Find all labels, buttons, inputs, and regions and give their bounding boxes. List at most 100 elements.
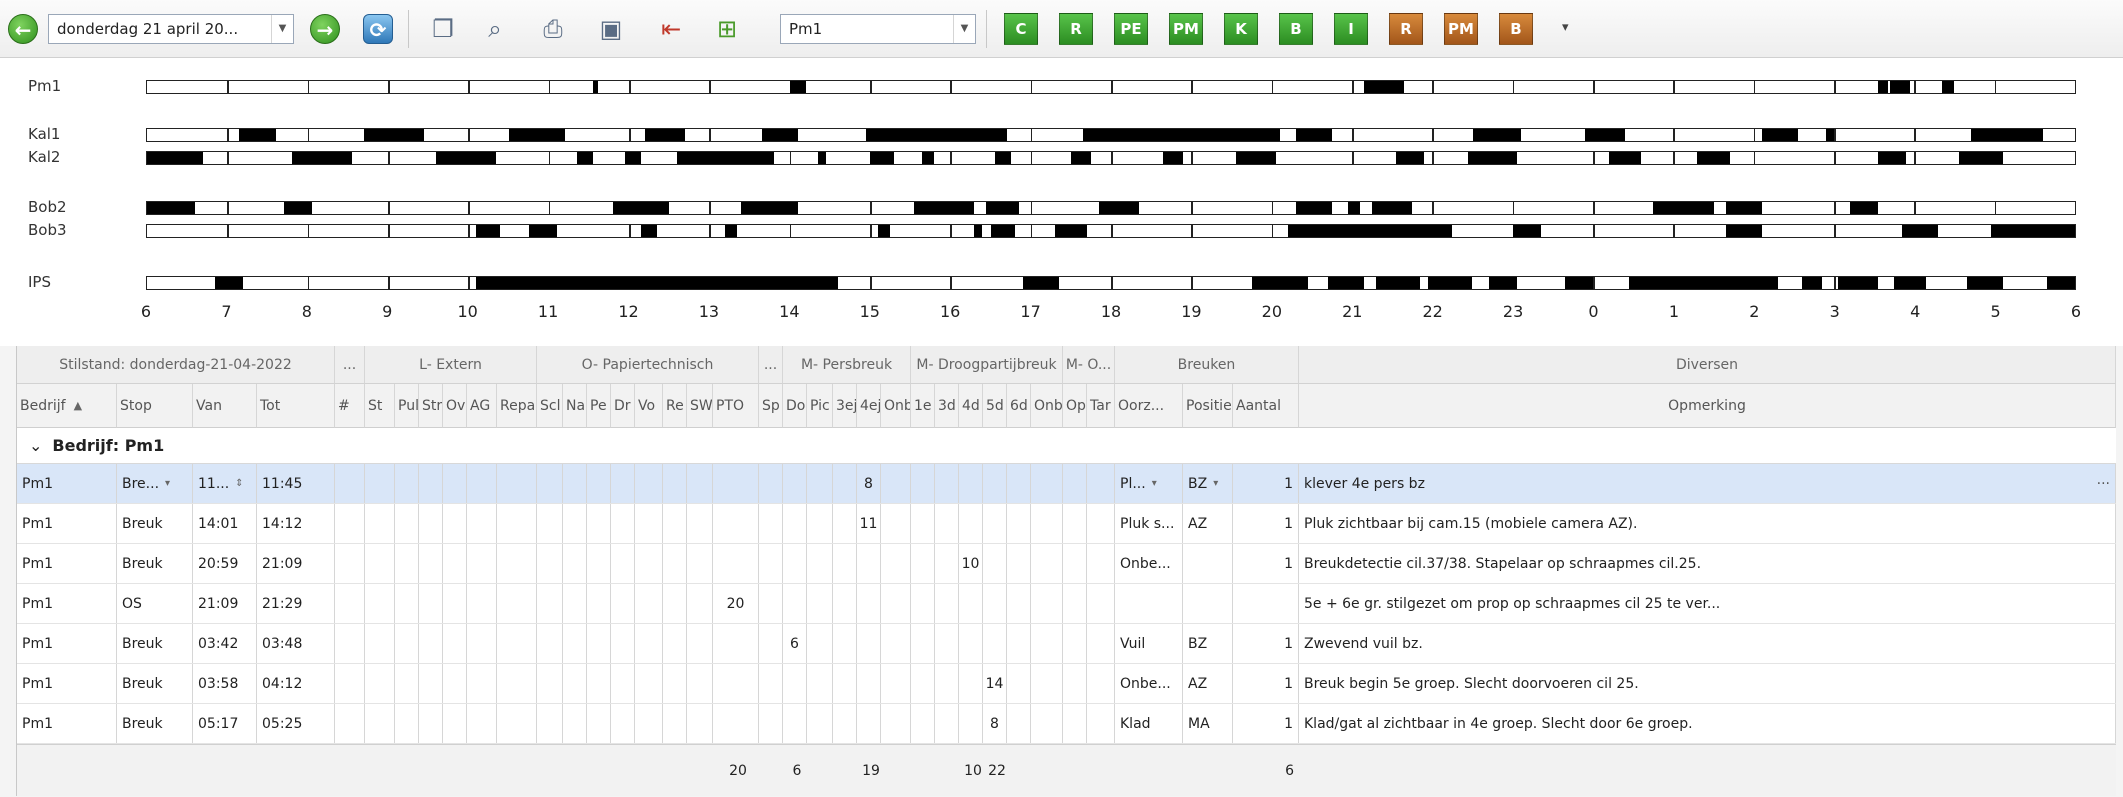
empty-cell[interactable]	[911, 584, 935, 623]
column-header-5d[interactable]: 5d	[983, 384, 1007, 428]
empty-cell[interactable]	[587, 504, 611, 543]
column-header-ov[interactable]: Ov	[443, 384, 467, 428]
table-row[interactable]: Pm1 Breuk 03:58 04:12 14 Onbe... AZ 1 Breuk begi…	[17, 664, 2116, 704]
column-header-6d[interactable]: 6d	[1007, 384, 1031, 428]
empty-cell[interactable]	[635, 544, 663, 583]
empty-cell[interactable]	[467, 544, 497, 583]
stop-segment[interactable]	[645, 129, 686, 141]
column-header-repa[interactable]: Repa	[497, 384, 537, 428]
chevron-down-icon[interactable]: ⌄	[29, 436, 42, 455]
stop-segment[interactable]	[922, 152, 935, 164]
timeline-bar-bob3[interactable]	[146, 224, 2076, 238]
stop-segment[interactable]	[1082, 129, 1280, 141]
empty-cell[interactable]	[365, 584, 395, 623]
stop-segment[interactable]	[1054, 225, 1087, 237]
empty-cell[interactable]	[635, 464, 663, 503]
empty-cell[interactable]	[687, 504, 713, 543]
column-header-opmerking[interactable]: Opmerking	[1299, 384, 2116, 428]
empty-cell[interactable]	[467, 704, 497, 743]
column-header-aantal[interactable]: Aantal	[1233, 384, 1299, 428]
empty-cell[interactable]	[1007, 664, 1031, 703]
stop-segment[interactable]	[1725, 202, 1762, 214]
column-header-na[interactable]: Na	[563, 384, 587, 428]
column-header-vo[interactable]: Vo	[635, 384, 663, 428]
oorzaak-cell[interactable]: Vuil	[1115, 624, 1183, 663]
empty-cell[interactable]	[537, 624, 563, 663]
stop-segment[interactable]	[1958, 152, 2003, 164]
oorzaak-cell[interactable]: Pl... ▾	[1115, 464, 1183, 503]
stop-cell[interactable]: Breuk	[117, 624, 193, 663]
empty-cell[interactable]	[443, 504, 467, 543]
empty-cell[interactable]	[911, 624, 935, 663]
stop-segment[interactable]	[291, 152, 352, 164]
stop-cell[interactable]: Breuk	[117, 504, 193, 543]
stop-cell[interactable]: OS	[117, 584, 193, 623]
value-cell[interactable]: 8	[857, 464, 881, 503]
column-header-sp[interactable]: Sp	[759, 384, 783, 428]
opmerking-cell[interactable]: Klad/gat al zichtbaar in 4e groep. Slech…	[1299, 704, 2116, 743]
stop-segment[interactable]	[592, 81, 599, 93]
empty-cell[interactable]	[663, 704, 687, 743]
tag-button-c[interactable]: C	[1004, 13, 1038, 45]
empty-cell[interactable]	[419, 464, 443, 503]
stop-segment[interactable]	[986, 202, 1019, 214]
empty-cell[interactable]	[1007, 584, 1031, 623]
bedrijf-cell[interactable]: Pm1	[17, 584, 117, 623]
empty-cell[interactable]	[563, 704, 587, 743]
empty-cell[interactable]	[365, 704, 395, 743]
tag-button-b[interactable]: B	[1499, 13, 1533, 45]
empty-cell[interactable]	[1063, 464, 1087, 503]
opmerking-cell[interactable]: Breuk begin 5e groep. Slecht doorvoeren …	[1299, 664, 2116, 703]
empty-cell[interactable]	[857, 544, 881, 583]
stop-segment[interactable]	[914, 202, 975, 214]
empty-cell[interactable]	[443, 544, 467, 583]
empty-cell[interactable]	[759, 624, 783, 663]
stop-segment[interactable]	[239, 129, 276, 141]
stop-segment[interactable]	[761, 129, 798, 141]
value-cell[interactable]: 8	[983, 704, 1007, 743]
stop-segment[interactable]	[147, 202, 196, 214]
empty-cell[interactable]	[663, 584, 687, 623]
value-cell[interactable]: 11	[857, 504, 881, 543]
empty-cell[interactable]	[983, 464, 1007, 503]
stop-segment[interactable]	[1564, 277, 1593, 289]
empty-cell[interactable]	[395, 544, 419, 583]
empty-cell[interactable]	[857, 584, 881, 623]
bedrijf-cell[interactable]: Pm1	[17, 624, 117, 663]
empty-cell[interactable]	[807, 544, 833, 583]
van-cell[interactable]: 11... ⇕	[193, 464, 257, 503]
empty-cell[interactable]	[1031, 624, 1063, 663]
empty-cell[interactable]	[881, 624, 911, 663]
stop-segment[interactable]	[1584, 129, 1626, 141]
empty-cell[interactable]	[807, 464, 833, 503]
empty-cell[interactable]	[365, 664, 395, 703]
opmerking-cell[interactable]: klever 4e pers bz ···	[1299, 464, 2116, 503]
empty-cell[interactable]	[611, 624, 635, 663]
empty-cell[interactable]	[713, 704, 759, 743]
column-header-van[interactable]: Van	[193, 384, 257, 428]
empty-cell[interactable]	[833, 544, 857, 583]
empty-cell[interactable]	[881, 584, 911, 623]
column-header-oorz-[interactable]: Oorz...	[1115, 384, 1183, 428]
tag-button-r[interactable]: R	[1389, 13, 1423, 45]
empty-cell[interactable]	[783, 704, 807, 743]
stop-segment[interactable]	[994, 152, 1011, 164]
empty-cell[interactable]	[783, 464, 807, 503]
empty-cell[interactable]	[611, 464, 635, 503]
table-row[interactable]: Pm1 Breuk 03:42 03:48 6 Vuil BZ 1 Zwevend vuil b…	[17, 624, 2116, 664]
column-header-do[interactable]: Do	[783, 384, 807, 428]
empty-cell[interactable]	[881, 664, 911, 703]
stop-segment[interactable]	[1966, 277, 2003, 289]
stop-segment[interactable]	[476, 225, 501, 237]
empty-cell[interactable]	[713, 544, 759, 583]
empty-cell[interactable]	[587, 464, 611, 503]
column-header-4d[interactable]: 4d	[959, 384, 983, 428]
positie-cell[interactable]	[1183, 584, 1233, 623]
stop-segment[interactable]	[1512, 225, 1541, 237]
value-cell[interactable]: 14	[983, 664, 1007, 703]
empty-cell[interactable]	[881, 464, 911, 503]
empty-cell[interactable]	[395, 704, 419, 743]
empty-cell[interactable]	[1007, 544, 1031, 583]
value-cell[interactable]: 10	[959, 544, 983, 583]
bedrijf-cell[interactable]: Pm1	[17, 664, 117, 703]
